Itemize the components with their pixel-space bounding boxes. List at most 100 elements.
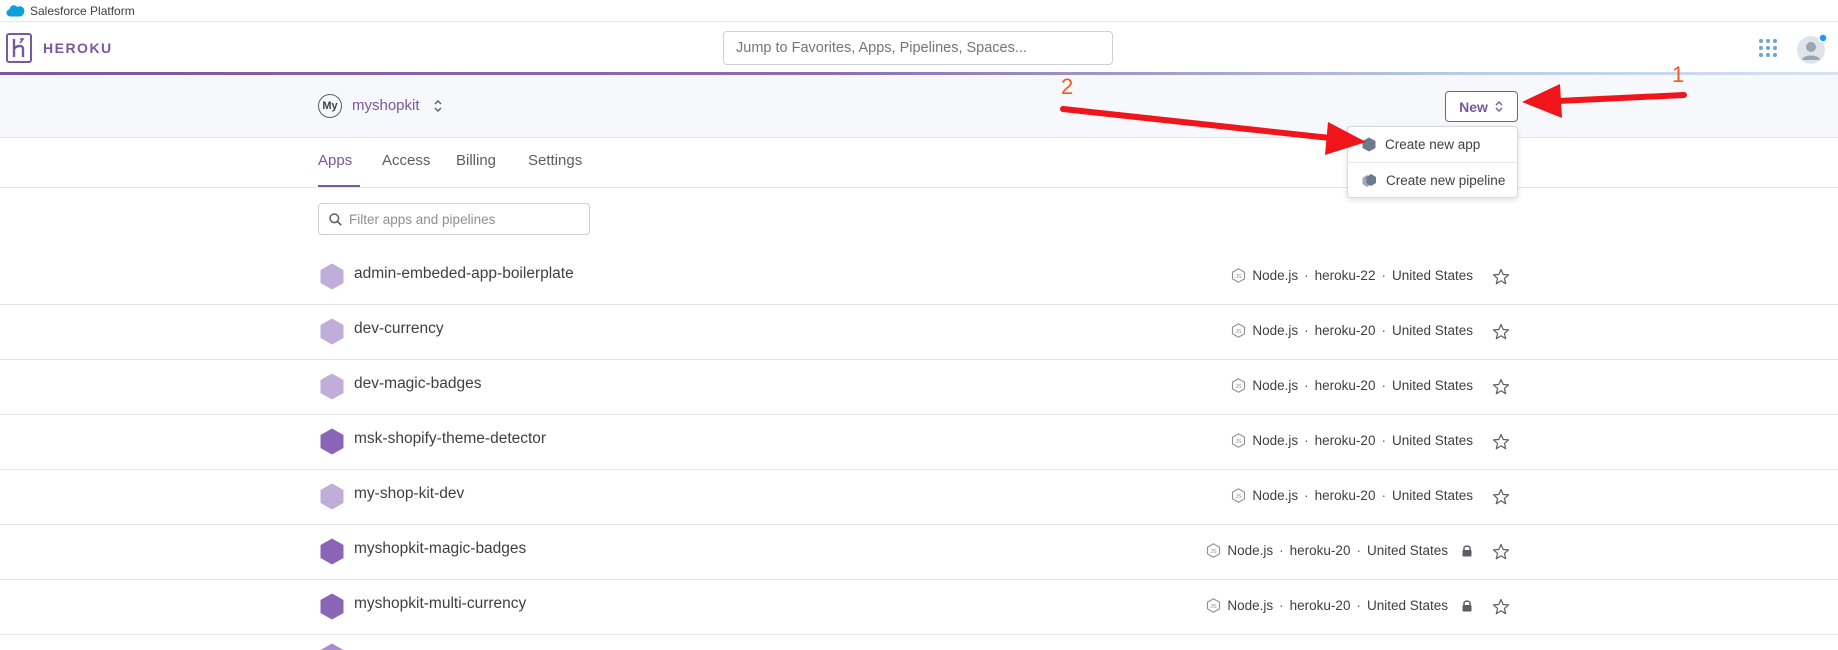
favorite-star-icon[interactable] [1492,378,1510,396]
app-region: United States [1366,543,1448,558]
tab-settings[interactable]: Settings [528,152,582,169]
tab-access[interactable]: Access [382,152,430,169]
app-language: Node.js [1252,488,1299,503]
heroku-header: HEROKU [0,22,1838,75]
meta-separator: · [1356,598,1361,613]
new-dropdown-menu: Create new app Create new pipeline [1347,126,1518,198]
app-name-link[interactable]: msk-shopify-theme-detector [354,430,546,448]
favorite-star-icon[interactable] [1492,598,1510,616]
meta-separator: · [1356,543,1361,558]
nodejs-buildpack-icon: JS [1207,543,1221,558]
app-name-link[interactable]: admin-embeded-app-boilerplate [354,265,574,283]
create-new-app-item[interactable]: Create new app [1348,127,1517,162]
app-row-msk-shopify-theme-detector[interactable]: msk-shopify-theme-detector JS Node.js · … [0,415,1838,470]
filter-field[interactable] [318,203,590,235]
nodejs-buildpack-icon: JS [1232,268,1246,283]
app-row-dev-magic-badges[interactable]: dev-magic-badges JS Node.js · heroku-20 … [0,360,1838,415]
meta-separator: · [1381,488,1386,503]
app-name-link[interactable]: dev-magic-badges [354,375,482,393]
annotation-number-2: 2 [1061,74,1074,99]
app-name-link[interactable]: my-shop-kit-dev [354,485,464,503]
salesforce-cloud-icon [6,5,25,17]
meta-separator: · [1279,543,1284,558]
app-language: Node.js [1252,378,1299,393]
svg-text:JS: JS [1211,549,1218,555]
app-hexagon-icon [320,428,344,455]
create-new-app-label: Create new app [1385,137,1481,152]
app-meta: JS Node.js · heroku-20 · United States [1231,488,1473,503]
meta-separator: · [1381,378,1386,393]
tab-apps[interactable]: Apps [318,152,352,169]
apps-grid-icon[interactable] [1758,38,1778,58]
svg-text:JS: JS [1236,494,1243,500]
app-language: Node.js [1252,323,1299,338]
svg-text:JS: JS [1236,274,1243,280]
app-meta: JS Node.js · heroku-20 · United States [1206,543,1473,558]
create-new-pipeline-item[interactable]: Create new pipeline [1348,163,1517,198]
heroku-home-link[interactable]: HEROKU [6,33,113,63]
chevron-up-down-icon[interactable] [432,98,444,114]
app-region: United States [1391,268,1473,283]
search-icon [329,213,342,226]
filter-apps-input[interactable] [349,204,585,234]
nodejs-buildpack-icon: JS [1232,433,1246,448]
user-avatar-icon[interactable] [1796,33,1828,65]
app-row-dev-currency[interactable]: dev-currency JS Node.js · heroku-20 · Un… [0,305,1838,360]
team-switcher[interactable]: myshopkit [352,97,420,114]
meta-separator: · [1381,268,1386,283]
app-row-my-shop-kit-dev[interactable]: my-shop-kit-dev JS Node.js · heroku-20 ·… [0,470,1838,525]
app-name-link[interactable]: myshopkit-magic-badges [354,540,526,558]
nodejs-buildpack-icon: JS [1232,323,1246,338]
nodejs-buildpack-icon: JS [1232,488,1246,503]
account-bar: My myshopkit New [0,75,1838,138]
app-name-link[interactable]: myshopkit-multi-currency [354,595,526,613]
app-stack: heroku-22 [1314,268,1376,283]
app-language: Node.js [1227,543,1274,558]
app-hexagon-icon [1362,137,1376,152]
app-stack: heroku-20 [1289,543,1351,558]
svg-text:JS: JS [1236,329,1243,335]
app-region: United States [1366,598,1448,613]
lock-icon [1462,545,1472,557]
favorite-star-icon[interactable] [1492,323,1510,341]
annotation-number-1: 1 [1672,62,1685,87]
app-region: United States [1391,378,1473,393]
app-meta: JS Node.js · heroku-20 · United States [1206,598,1473,613]
svg-text:JS: JS [1236,439,1243,445]
app-meta: JS Node.js · heroku-20 · United States [1231,323,1473,338]
app-list: admin-embeded-app-boilerplate JS Node.js… [0,250,1838,635]
pipeline-icon [1362,174,1376,187]
app-language: Node.js [1252,268,1299,283]
jump-to-search-input[interactable] [723,31,1113,65]
app-row-myshopkit-magic-badges[interactable]: myshopkit-magic-badges JS Node.js · hero… [0,525,1838,580]
app-meta: JS Node.js · heroku-20 · United States [1231,378,1473,393]
svg-text:JS: JS [1211,604,1218,610]
favorite-star-icon[interactable] [1492,543,1510,561]
create-new-pipeline-label: Create new pipeline [1386,173,1506,188]
app-hexagon-icon [320,263,344,290]
meta-separator: · [1381,323,1386,338]
favorite-star-icon[interactable] [1492,433,1510,451]
app-hexagon-icon [320,373,344,400]
favorite-star-icon[interactable] [1492,488,1510,506]
svg-text:JS: JS [1236,384,1243,390]
favorite-star-icon[interactable] [1492,268,1510,286]
team-avatar-badge: My [318,94,342,118]
active-tab-indicator [318,185,360,187]
meta-separator: · [1304,378,1309,393]
app-name-link[interactable]: dev-currency [354,320,444,338]
app-meta: JS Node.js · heroku-22 · United States [1231,268,1473,283]
app-stack: heroku-20 [1314,378,1376,393]
heroku-logo-icon [6,33,32,63]
new-button[interactable]: New [1445,91,1518,122]
salesforce-platform-label: Salesforce Platform [30,3,135,18]
app-region: United States [1391,488,1473,503]
tab-billing[interactable]: Billing [456,152,496,169]
app-meta: JS Node.js · heroku-20 · United States [1231,433,1473,448]
app-hexagon-icon [320,643,344,650]
lock-icon [1462,600,1472,612]
app-row-myshopkit-multi-currency[interactable]: myshopkit-multi-currency JS Node.js · he… [0,580,1838,635]
app-stack: heroku-20 [1289,598,1351,613]
app-row-admin-embeded-app-boilerplate[interactable]: admin-embeded-app-boilerplate JS Node.js… [0,250,1838,305]
meta-separator: · [1381,433,1386,448]
